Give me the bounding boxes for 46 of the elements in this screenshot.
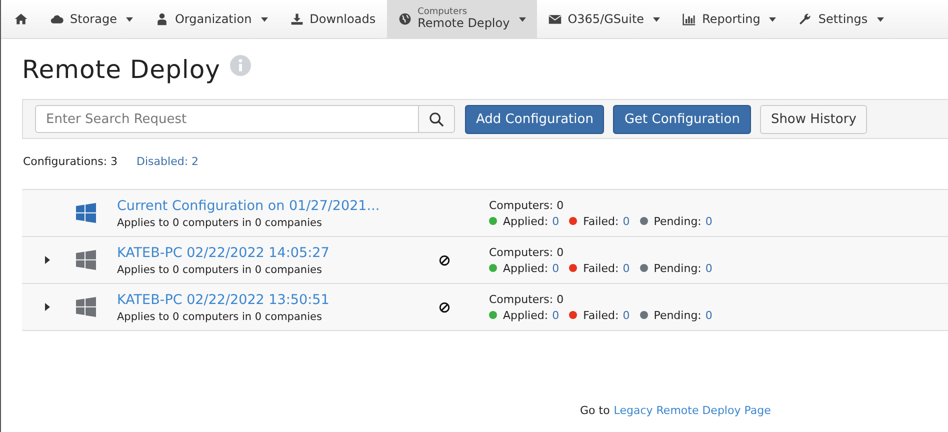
status-label: Pending: [654,214,702,228]
bar-chart-icon [682,12,696,26]
nav-tab[interactable]: Computers Remote Deploy [386,0,537,38]
status-label: Failed: [583,262,619,274]
toolbar-button[interactable]: Get Configuration [613,104,751,134]
applies-text: Applies to 0 computers in 0 companies [117,310,323,322]
globe-icon [398,12,412,26]
status-count-link[interactable]: 0 [705,214,712,228]
computers-count: Computers: 0 [489,198,565,212]
applies-text: Applies to 0 computers in 0 companies [117,216,323,228]
nav-tab[interactable]: Organization [144,0,279,38]
nav-tab[interactable]: Reporting [671,0,788,38]
home-icon [14,12,28,26]
status-label: Pending: [654,262,702,274]
status-label: Failed: [583,214,619,228]
user-icon [154,12,169,26]
applies-text: Applies to 0 computers in 0 companies [117,264,323,276]
search-field[interactable]: Enter Search Request [35,105,419,133]
config-row[interactable]: Current Configuration on 01/27/2021... Applies to 0 computers in 0 companies Computers: 0 Applied: 0 Failed: 0 Pending: 0 [22,190,948,237]
search-icon [429,112,444,126]
search-button[interactable] [419,105,455,133]
status-count-link[interactable]: 0 [622,214,630,228]
page-title: Remote Deploy [22,54,220,84]
status-label: Applied: [503,308,548,322]
disabled-icon [439,254,450,266]
toolbar-button[interactable]: Show History [760,104,868,134]
nav-tab[interactable]: Storage [39,0,144,38]
toolbar-button[interactable]: Add Configuration [465,104,604,134]
configurations-count: Configurations: 3 [23,155,118,170]
computers-count: Computers: 0 [489,246,565,258]
computers-count: Computers: 0 [489,292,565,306]
nav-tab[interactable]: O365/GSuite [536,0,672,38]
status-count-link[interactable]: 0 [552,214,560,228]
nav-tab[interactable]: Downloads [278,0,387,38]
status-label: Applied: [503,262,548,274]
wrench-icon [798,12,812,26]
nav-tab[interactable]: Settings [787,0,895,38]
config-title-link[interactable]: Current Configuration on 01/27/2021... [117,198,437,214]
footer-text: Go to [580,404,610,417]
legacy-page-link[interactable]: Legacy Remote Deploy Page [614,404,771,417]
envelope-icon [548,12,562,26]
status-label: Failed: [583,308,619,322]
download-icon [290,12,304,26]
status-label: Applied: [503,214,548,228]
status-label: Pending: [654,308,702,322]
disabled-icon [439,302,450,312]
